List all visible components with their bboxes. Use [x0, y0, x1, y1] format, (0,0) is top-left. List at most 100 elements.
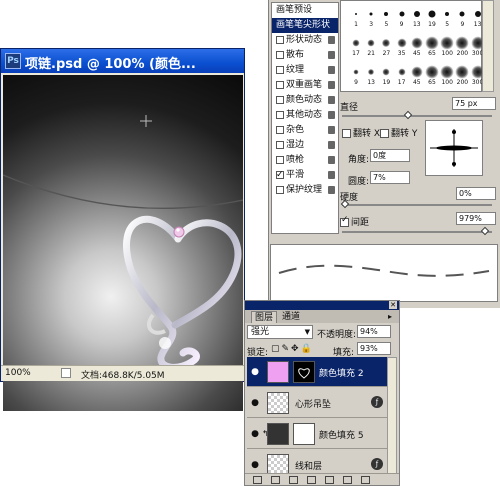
angle-roundness-preview[interactable]	[425, 120, 483, 176]
hardness-slider[interactable]	[340, 199, 492, 209]
fill-field[interactable]: 93%	[357, 342, 391, 355]
document-title: 项链.psd @ 100% (颜色...	[25, 57, 196, 72]
brush-option-item[interactable]: 其他动态	[272, 108, 338, 123]
folder-icon[interactable]	[325, 476, 334, 484]
lock-icon[interactable]	[328, 186, 335, 194]
brush-tip-grid: 1 3 5 9 13 19 5 9 13 17 21 27 35 45 65 100 200 300 9 13 19 17…	[340, 0, 485, 92]
layers-scrollbar[interactable]	[387, 357, 397, 475]
brush-tip-dot	[382, 68, 390, 76]
opacity-field[interactable]: 94%	[357, 325, 391, 338]
layer-name: 线和层	[295, 462, 323, 472]
brush-option-checkbox[interactable]	[276, 50, 284, 59]
brush-option-checkbox[interactable]	[276, 168, 284, 183]
lock-icon[interactable]	[328, 111, 335, 119]
necklace-artwork	[3, 115, 243, 371]
spacing-field[interactable]: 979%	[456, 212, 496, 225]
layers-titlebar[interactable]: ✕	[245, 301, 399, 310]
panel-menu-icon[interactable]: ▸	[385, 311, 395, 323]
blend-mode-value: 强光	[251, 327, 270, 337]
diameter-slider[interactable]	[342, 110, 492, 120]
lock-options-icons[interactable]: ▢✎✥🔒	[271, 344, 314, 354]
layer-name: 颜色填充 5	[319, 431, 364, 441]
lock-icon[interactable]	[328, 171, 335, 179]
spacing-checkbox[interactable]	[340, 215, 349, 227]
layers-tabs: 图层 通道 ▸	[245, 310, 399, 323]
spacing-option[interactable]: 间距	[340, 215, 369, 228]
brush-option-checkbox[interactable]	[276, 80, 284, 89]
brush-option-item[interactable]: 纹理	[272, 63, 338, 78]
flip-x-label: 翻转 X	[353, 129, 381, 139]
flip-x-option[interactable]: 翻转 X	[342, 126, 380, 139]
brush-stroke-preview	[270, 244, 498, 302]
brush-tip-dot	[384, 11, 389, 16]
document-titlebar[interactable]: Ps 项链.psd @ 100% (颜色...	[1, 49, 244, 73]
brush-tip-dot	[355, 12, 357, 15]
brush-option-item[interactable]: 保护纹理	[272, 183, 338, 198]
eye-icon[interactable]: ●	[249, 367, 261, 377]
brush-option-checkbox[interactable]	[276, 140, 284, 149]
layer-row[interactable]: ● 颜色填充 2	[247, 357, 387, 387]
lock-icon[interactable]	[328, 126, 335, 134]
layer-row[interactable]: ● ↰ 颜色填充 5	[247, 419, 387, 449]
angle-field[interactable]: 0度	[370, 149, 410, 162]
layer-thumbnail	[267, 423, 289, 445]
lock-icon[interactable]	[328, 66, 335, 74]
brush-option-checkbox[interactable]	[276, 95, 284, 104]
brush-option-item[interactable]: 颜色动态	[272, 93, 338, 108]
fx-icon[interactable]	[271, 476, 280, 484]
document-canvas[interactable]	[3, 75, 243, 411]
brush-option-item[interactable]: 形状动态	[272, 33, 338, 48]
lock-icon[interactable]	[328, 96, 335, 104]
brush-option-item[interactable]: 双重画笔	[272, 78, 338, 93]
trash-icon[interactable]	[361, 476, 370, 484]
brush-option-checkbox[interactable]	[276, 185, 284, 194]
adjustment-icon[interactable]	[307, 476, 316, 484]
brush-option-item[interactable]: 画笔笔尖形状	[272, 18, 338, 33]
brush-option-checkbox[interactable]	[276, 155, 284, 164]
flip-y-checkbox[interactable]	[380, 129, 389, 138]
brush-option-checkbox[interactable]	[276, 65, 284, 74]
brush-option-checkbox[interactable]	[276, 125, 284, 134]
layer-effects-icon[interactable]: ƒ	[371, 458, 383, 470]
roundness-label: 圆度:	[348, 177, 370, 187]
brush-option-item[interactable]: 湿边	[272, 138, 338, 153]
layer-row[interactable]: ● 心形吊坠 ƒ	[247, 388, 387, 418]
brush-option-item[interactable]: 画笔预设	[272, 3, 338, 18]
brush-option-item[interactable]: 散布	[272, 48, 338, 63]
mask-icon[interactable]	[289, 476, 298, 484]
hardness-field[interactable]: 0%	[456, 187, 496, 200]
spacing-label: 间距	[351, 218, 370, 228]
brush-option-label: 纹理	[286, 65, 305, 75]
flip-x-checkbox[interactable]	[342, 129, 351, 138]
lock-icon[interactable]	[328, 156, 335, 164]
tab-layers[interactable]: 图层	[251, 311, 278, 323]
brush-option-item[interactable]: 喷枪	[272, 153, 338, 168]
diameter-field[interactable]: 75 px	[452, 97, 496, 110]
tab-channels[interactable]: 通道	[279, 311, 303, 323]
layers-panel: ✕ 图层 通道 ▸ 强光 ▼ 不透明度: 94% 锁定: ▢✎✥🔒 填充: 93%…	[244, 300, 400, 486]
lock-icon[interactable]	[328, 51, 335, 59]
flip-y-option[interactable]: 翻转 Y	[380, 126, 417, 139]
status-nav-icon[interactable]	[61, 368, 71, 378]
lock-icon[interactable]	[328, 81, 335, 89]
brush-tip-dot	[445, 11, 450, 16]
close-icon[interactable]: ✕	[389, 301, 397, 309]
brush-option-checkbox[interactable]	[276, 110, 284, 119]
eye-icon[interactable]: ●	[249, 398, 261, 408]
brush-option-label: 双重画笔	[286, 80, 323, 90]
new-layer-icon[interactable]	[343, 476, 352, 484]
lock-icon[interactable]	[328, 36, 335, 44]
spacing-slider[interactable]	[342, 226, 492, 236]
brush-tip-scrollbar[interactable]	[482, 0, 494, 92]
layer-effects-icon[interactable]: ƒ	[371, 396, 383, 408]
blend-mode-select[interactable]: 强光 ▼	[247, 325, 313, 339]
link-icon[interactable]	[253, 476, 262, 484]
roundness-field[interactable]: 7%	[370, 171, 410, 184]
eye-icon[interactable]: ●	[249, 429, 261, 439]
lock-icon[interactable]	[328, 141, 335, 149]
zoom-level[interactable]: 100%	[5, 368, 31, 378]
brush-option-checkbox[interactable]	[276, 35, 284, 44]
brush-option-item[interactable]: 杂色	[272, 123, 338, 138]
eye-icon[interactable]: ●	[249, 460, 261, 470]
brush-option-item[interactable]: 平滑	[272, 168, 338, 183]
